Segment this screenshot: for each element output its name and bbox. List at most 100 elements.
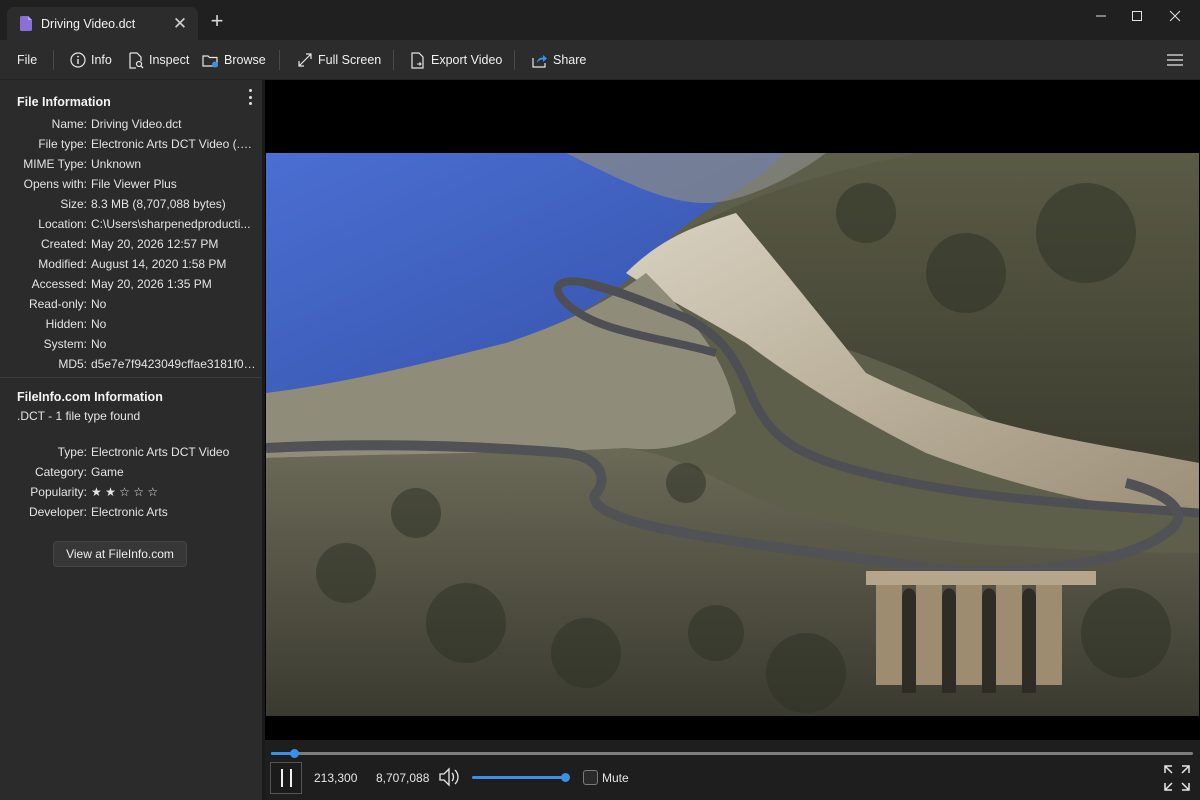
info-row-key: Created: [40, 237, 87, 251]
info-row-value: Electronic Arts [91, 505, 168, 519]
info-row-value: Driving Video.dct [91, 117, 182, 131]
file-menu-button[interactable]: File [17, 50, 37, 70]
info-row: Accessed: May 20, 2026 1:35 PM [0, 274, 262, 294]
export-video-label: Export Video [431, 53, 503, 67]
menu-button[interactable] [1167, 50, 1188, 70]
info-circle-icon [70, 52, 86, 68]
info-row-value: ★ ★ ☆ ☆ ☆ [91, 485, 159, 499]
title-bar: Driving Video.dct ✕ + [0, 0, 1200, 40]
info-row-key: Popularity: [30, 485, 87, 499]
info-row-key: MD5: [58, 357, 87, 371]
info-row-key: Type: [57, 445, 87, 459]
info-row-key: MIME Type: [23, 157, 87, 171]
fullscreen-corners-icon [1164, 765, 1190, 791]
pause-icon-bar [289, 769, 292, 787]
info-row-key: Name: [51, 117, 87, 131]
info-row-value: May 20, 2026 1:35 PM [91, 277, 212, 291]
fileinfo-summary: .DCT - 1 file type found [17, 409, 141, 423]
info-label: Info [91, 53, 112, 67]
info-row: System: No [0, 334, 262, 354]
seek-bar[interactable] [271, 749, 1193, 758]
info-row: Location: C:\Users\sharpenedproducti... [0, 214, 262, 234]
inspect-label: Inspect [149, 53, 190, 67]
toolbar-divider [279, 50, 280, 70]
fileinfo-heading: FileInfo.com Information [17, 390, 163, 404]
mute-label: Mute [602, 771, 629, 785]
close-window-button[interactable] [1152, 0, 1198, 32]
share-icon [532, 54, 547, 68]
tab-driving-video[interactable]: Driving Video.dct ✕ [7, 7, 198, 40]
info-row-key: Modified: [38, 257, 87, 271]
info-row: Read-only: No [0, 294, 262, 314]
info-row-key: Opens with: [23, 177, 87, 191]
toolbar-divider [393, 50, 394, 70]
export-document-icon [411, 51, 424, 69]
volume-button[interactable] [439, 767, 461, 790]
info-row: Hidden: No [0, 314, 262, 334]
browse-button[interactable]: Browse [202, 50, 266, 70]
info-row-key: Location: [38, 217, 87, 231]
info-row: Created: May 20, 2026 12:57 PM [0, 234, 262, 254]
info-row: Size: 8.3 MB (8,707,088 bytes) [0, 194, 262, 214]
info-row: Opens with: File Viewer Plus [0, 174, 262, 194]
hamburger-menu-icon [1167, 54, 1183, 66]
full-screen-button[interactable]: Full Screen [297, 50, 381, 70]
document-icon [20, 16, 32, 31]
volume-thumb[interactable] [561, 773, 570, 782]
share-label: Share [553, 53, 587, 67]
info-row: Name: Driving Video.dct [0, 114, 262, 134]
inspect-button[interactable]: Inspect [129, 50, 189, 70]
info-row-value: No [91, 297, 107, 311]
info-row: MIME Type: Unknown [0, 154, 262, 174]
info-row: MD5: d5e7e7f9423049cffae3181f0ee... [0, 354, 262, 374]
info-row-key: Read-only: [28, 297, 87, 311]
info-row-key: File type: [38, 137, 87, 151]
volume-slider[interactable] [472, 773, 570, 782]
info-row-key: Hidden: [45, 317, 87, 331]
inspect-document-icon [129, 51, 144, 69]
new-tab-button[interactable]: + [204, 9, 230, 35]
info-row-value: Unknown [91, 157, 142, 171]
browse-label: Browse [224, 53, 266, 67]
info-row-value: C:\Users\sharpenedproducti... [91, 217, 251, 231]
info-row-value: d5e7e7f9423049cffae3181f0ee... [91, 357, 256, 371]
mute-checkbox[interactable] [583, 770, 598, 785]
more-options-icon[interactable] [244, 89, 256, 105]
view-at-fileinfo-button[interactable]: View at FileInfo.com [53, 541, 187, 567]
player-fullscreen-button[interactable] [1164, 765, 1190, 794]
info-row: Modified: August 14, 2020 1:58 PM [0, 254, 262, 274]
close-window-icon [1169, 10, 1181, 22]
toolbar-divider [514, 50, 515, 70]
info-row-value: Electronic Arts DCT Video (.d... [91, 137, 256, 151]
pause-button[interactable] [270, 762, 302, 794]
folder-browse-icon [202, 54, 218, 67]
position-counter: 213,300 [314, 771, 358, 785]
info-row: Popularity: ★ ★ ☆ ☆ ☆ [0, 482, 262, 502]
info-row-key: System: [43, 337, 87, 351]
info-row: Developer: Electronic Arts [0, 502, 262, 522]
total-counter: 8,707,088 [376, 771, 430, 785]
info-row-value: No [91, 317, 107, 331]
video-frame-image [266, 153, 1199, 716]
info-row-key: Developer: [28, 505, 87, 519]
info-row-key: Size: [60, 197, 87, 211]
share-button[interactable]: Share [532, 50, 586, 70]
info-row: File type: Electronic Arts DCT Video (.d.… [0, 134, 262, 154]
toolbar-divider [53, 50, 54, 70]
expand-diagonal-icon [298, 53, 312, 67]
info-button[interactable]: Info [70, 50, 112, 70]
info-row-value: No [91, 337, 107, 351]
full-screen-label: Full Screen [318, 53, 382, 67]
info-row: Type: Electronic Arts DCT Video [0, 442, 262, 462]
info-row-value: Electronic Arts DCT Video [91, 445, 230, 459]
info-row-key: Category: [34, 465, 87, 479]
export-video-button[interactable]: Export Video [411, 50, 502, 70]
close-icon[interactable]: ✕ [170, 14, 190, 34]
seek-thumb[interactable] [289, 749, 299, 758]
info-row-value: Game [91, 465, 124, 479]
info-row-key: Accessed: [31, 277, 87, 291]
file-information-heading: File Information [17, 95, 111, 109]
maximize-icon [1132, 11, 1142, 21]
info-row-value: File Viewer Plus [91, 177, 177, 191]
minimize-icon [1096, 15, 1106, 17]
